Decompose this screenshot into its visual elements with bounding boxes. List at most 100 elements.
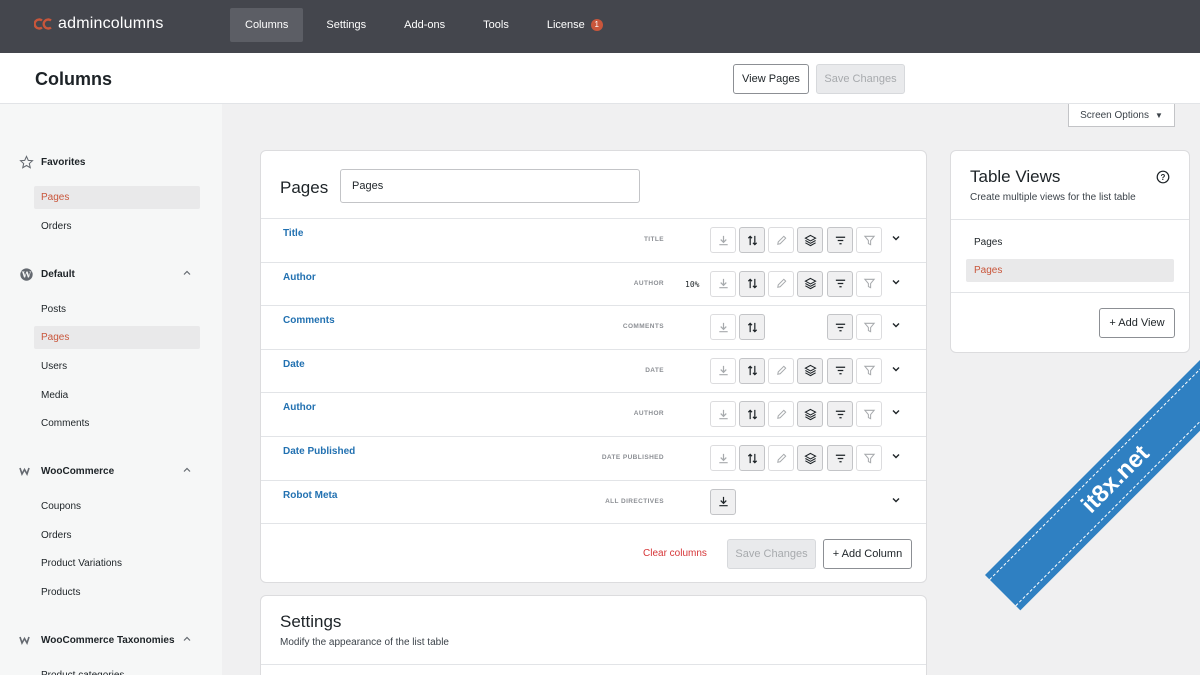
sidebar-item-comments[interactable]: Comments [34, 412, 200, 435]
nav-license[interactable]: License 1 [532, 8, 618, 42]
sidebar-item-favorites-pages[interactable]: Pages [34, 186, 200, 209]
chevron-down-icon[interactable] [891, 451, 901, 464]
export-icon[interactable] [710, 270, 736, 297]
smart-filter-icon[interactable] [827, 227, 853, 253]
sidebar-group-label: Default [41, 268, 75, 280]
column-label[interactable]: Comments [283, 315, 335, 326]
sort-icon[interactable] [739, 227, 765, 253]
smart-filter-icon[interactable] [827, 270, 853, 297]
nav-settings[interactable]: Settings [311, 8, 381, 42]
sidebar-group-woocommerce[interactable]: WooCommerce [18, 463, 196, 479]
page-title: Columns [35, 69, 113, 89]
sidebar-item-product-variations[interactable]: Product Variations [34, 552, 200, 575]
export-icon[interactable] [710, 401, 736, 428]
table-views-card: Table Views ? Create multiple views for … [950, 150, 1190, 353]
sidebar-item-product-categories[interactable]: Product categories [34, 664, 200, 675]
chevron-up-icon[interactable] [182, 268, 192, 281]
sidebar-item-orders[interactable]: Orders [34, 524, 200, 547]
sidebar-item-coupons[interactable]: Coupons [34, 495, 200, 518]
nav-tools[interactable]: Tools [468, 8, 524, 42]
column-label[interactable]: Date Published [283, 446, 355, 457]
inline-edit-icon[interactable] [768, 270, 794, 297]
export-icon[interactable] [710, 445, 736, 471]
column-type: COMMENTS [622, 323, 664, 331]
smart-filter-icon[interactable] [827, 357, 853, 384]
inline-edit-icon[interactable] [768, 401, 794, 428]
nav-columns[interactable]: Columns [230, 8, 304, 42]
smart-filter-icon[interactable] [827, 445, 853, 471]
settings-card: Settings Modify the appearance of the li… [260, 595, 927, 675]
clear-columns-link[interactable]: Clear columns [643, 548, 707, 559]
filter-icon[interactable] [856, 270, 882, 297]
woocommerce-icon [18, 632, 34, 648]
inline-edit-icon[interactable] [768, 227, 794, 253]
add-view-button[interactable]: + Add View [1099, 308, 1175, 338]
nav-license-label: License [546, 19, 585, 31]
column-width: 10% [685, 279, 700, 289]
sidebar-item-media[interactable]: Media [34, 384, 200, 407]
admincolumns-logo[interactable]: admincolumns [34, 15, 164, 33]
chevron-down-icon[interactable] [891, 495, 901, 508]
sidebar-group-woocommerce-taxonomies[interactable]: WooCommerce Taxonomies [18, 632, 196, 648]
chevron-down-icon[interactable] [891, 320, 901, 333]
help-icon[interactable]: ? [1156, 170, 1170, 187]
table-view-item-active[interactable]: Pages [966, 259, 1174, 282]
smart-filter-icon[interactable] [827, 401, 853, 428]
list-screen-label-input[interactable]: Pages [340, 169, 640, 203]
sidebar-group-favorites: Favorites [18, 154, 196, 170]
table-view-item[interactable]: Pages [966, 231, 1174, 254]
chevron-down-icon[interactable] [891, 407, 901, 420]
wordpress-icon: W [18, 266, 34, 282]
bulk-edit-icon[interactable] [797, 401, 823, 428]
smart-filter-icon[interactable] [827, 314, 853, 341]
column-label[interactable]: Robot Meta [283, 490, 337, 501]
filter-icon[interactable] [856, 445, 882, 471]
chevron-up-icon[interactable] [182, 634, 192, 647]
export-icon[interactable] [710, 227, 736, 253]
column-label[interactable]: Author [283, 402, 316, 413]
bulk-edit-icon[interactable] [797, 357, 823, 384]
filter-icon[interactable] [856, 227, 882, 253]
sort-icon[interactable] [739, 270, 765, 297]
filter-icon[interactable] [856, 357, 882, 384]
sort-icon[interactable] [739, 445, 765, 471]
screen-options-button[interactable]: Screen Options ▼ [1068, 104, 1175, 127]
inline-edit-icon[interactable] [768, 445, 794, 471]
table-views-title: Table Views [970, 167, 1061, 186]
sort-icon[interactable] [739, 357, 765, 384]
sidebar-item-users[interactable]: Users [34, 355, 200, 378]
sidebar-item-products[interactable]: Products [34, 581, 200, 604]
sidebar-group-label: Favorites [41, 156, 86, 168]
sidebar: Favorites Pages Orders W Default Posts P… [0, 104, 222, 675]
sort-icon[interactable] [739, 314, 765, 341]
bulk-edit-icon[interactable] [797, 227, 823, 253]
export-icon[interactable] [710, 314, 736, 341]
export-icon[interactable] [710, 357, 736, 384]
inline-edit-icon[interactable] [768, 357, 794, 384]
nav-addons[interactable]: Add-ons [389, 8, 460, 42]
sidebar-item-posts[interactable]: Posts [34, 298, 200, 321]
license-badge: 1 [590, 19, 603, 31]
save-changes-button[interactable]: Save Changes [727, 539, 816, 569]
filter-icon[interactable] [856, 314, 882, 341]
chevron-up-icon[interactable] [182, 465, 192, 478]
sort-icon[interactable] [739, 401, 765, 428]
column-label[interactable]: Date [283, 359, 305, 370]
export-icon[interactable] [710, 488, 736, 515]
column-label[interactable]: Title [283, 228, 303, 239]
save-changes-header-button[interactable]: Save Changes [816, 64, 905, 94]
filter-icon[interactable] [856, 401, 882, 428]
chevron-down-icon[interactable] [891, 364, 901, 377]
bulk-edit-icon[interactable] [797, 270, 823, 297]
bulk-edit-icon[interactable] [797, 445, 823, 471]
woocommerce-icon [18, 463, 34, 479]
chevron-down-icon[interactable] [891, 233, 901, 246]
sidebar-item-favorites-orders[interactable]: Orders [34, 215, 200, 238]
column-row: Comments COMMENTS [261, 305, 926, 349]
sidebar-item-pages[interactable]: Pages [34, 326, 200, 349]
chevron-down-icon[interactable] [891, 277, 901, 290]
sidebar-group-default[interactable]: W Default [18, 266, 196, 282]
add-column-button[interactable]: + Add Column [823, 539, 912, 569]
column-label[interactable]: Author [283, 272, 316, 283]
view-pages-button[interactable]: View Pages [733, 64, 809, 94]
